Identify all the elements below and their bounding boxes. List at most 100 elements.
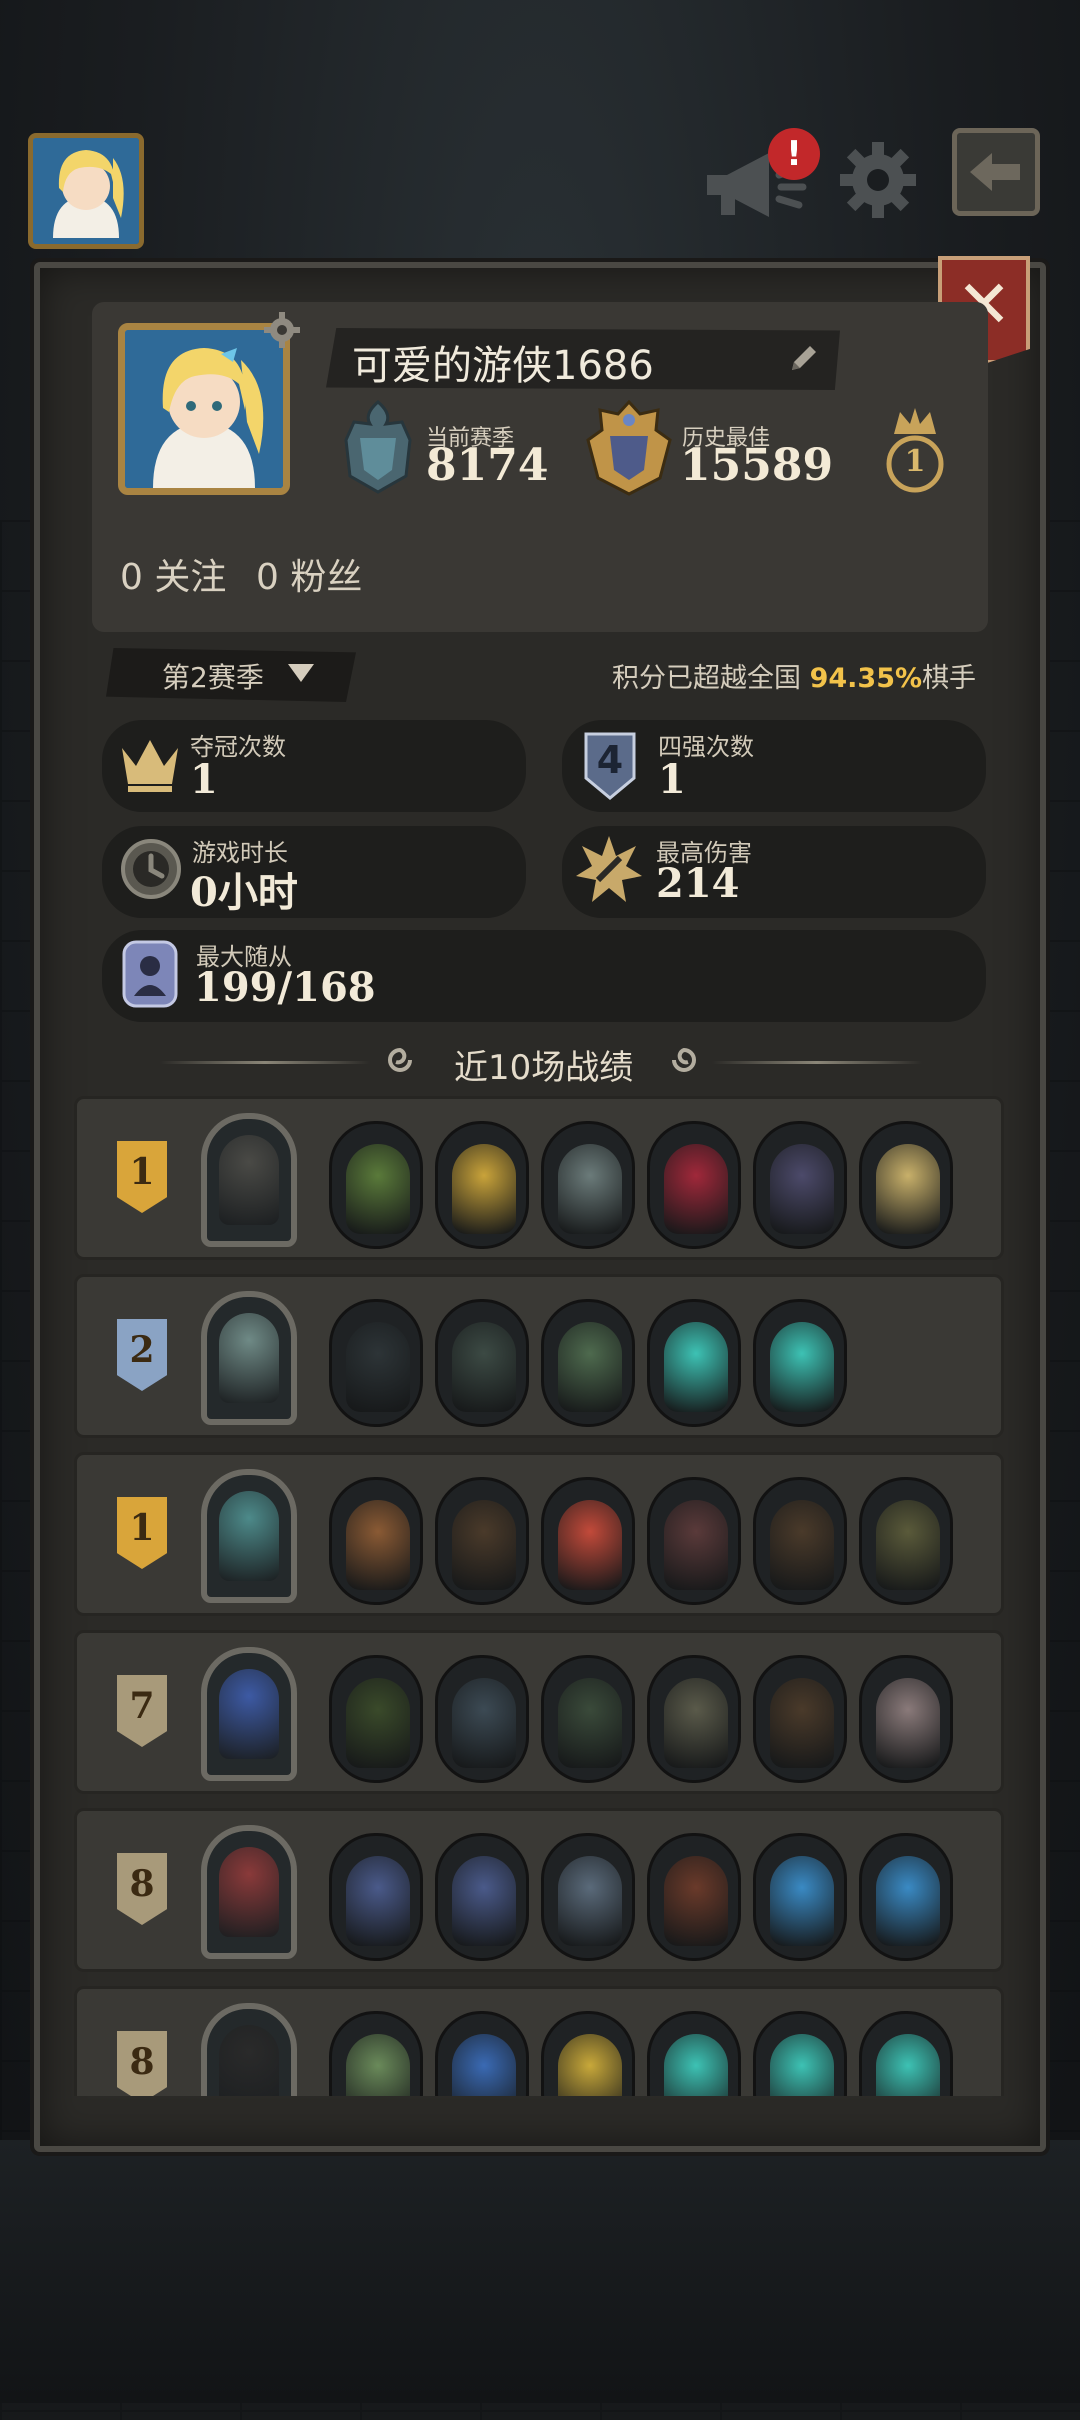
minion-figure-icon [876, 1856, 940, 1946]
swirl-ornament-icon [668, 1044, 700, 1076]
divider-right [712, 1061, 922, 1064]
divider-left [160, 1061, 370, 1064]
minion-portrait[interactable] [753, 1477, 847, 1605]
minion-portrait[interactable] [329, 1121, 423, 1249]
hero-figure-icon [219, 1313, 279, 1403]
minion-figure-icon [558, 1144, 622, 1234]
match-row[interactable]: 7 [74, 1630, 1004, 1794]
minion-portrait[interactable] [753, 1121, 847, 1249]
hero-portrait[interactable] [201, 1825, 297, 1959]
minion-portrait[interactable] [647, 2011, 741, 2096]
minion-figure-icon [770, 1322, 834, 1412]
damage-burst-icon [574, 834, 644, 908]
minion-portrait[interactable] [753, 1655, 847, 1783]
minion-portrait[interactable] [647, 1477, 741, 1605]
minion-portrait[interactable] [541, 1299, 635, 1427]
hero-figure-icon [219, 1847, 279, 1937]
surpass-text: 积分已超越全国 94.35%棋手 [612, 656, 976, 695]
minion-portrait[interactable] [753, 1833, 847, 1961]
back-button[interactable] [952, 128, 1040, 216]
hero-portrait[interactable] [201, 1291, 297, 1425]
max-damage-value: 214 [656, 860, 740, 907]
minion-figure-icon [346, 1678, 410, 1768]
notification-badge-exclamation-icon: ! [768, 128, 820, 180]
minion-figure-icon [346, 1322, 410, 1412]
player-avatar-button[interactable] [28, 133, 144, 249]
hero-portrait[interactable] [201, 1647, 297, 1781]
minion-portrait[interactable] [435, 1477, 529, 1605]
background-floor [0, 2140, 1080, 2403]
gear-icon [840, 142, 916, 218]
minion-portrait[interactable] [753, 1299, 847, 1427]
recent-matches-title: 近10场战绩 [454, 1048, 634, 1088]
avatar-settings-button[interactable] [262, 310, 302, 350]
minion-portrait[interactable] [859, 1477, 953, 1605]
placement-badge: 8 [117, 2031, 167, 2096]
minion-portrait[interactable] [541, 2011, 635, 2096]
current-season-rank-icon [340, 400, 416, 500]
minion-portrait[interactable] [647, 1655, 741, 1783]
match-row[interactable]: 1 [74, 1452, 1004, 1616]
followers-link[interactable]: 0 粉丝 [256, 548, 362, 600]
minion-portrait[interactable] [859, 2011, 953, 2096]
minion-portrait[interactable] [541, 1121, 635, 1249]
minion-portrait[interactable] [329, 2011, 423, 2096]
match-row[interactable]: 8 [74, 1986, 1004, 2096]
minion-portrait[interactable] [859, 1833, 953, 1961]
chevron-down-icon [288, 664, 314, 682]
top4-icon-text: 4 [596, 738, 624, 782]
minion-figure-icon [346, 1144, 410, 1234]
placement-badge: 1 [117, 1497, 167, 1569]
minion-portrait[interactable] [435, 2011, 529, 2096]
minion-figure-icon [452, 1678, 516, 1768]
minion-portrait[interactable] [541, 1833, 635, 1961]
best-score: 15589 [680, 440, 834, 491]
minion-portrait[interactable] [435, 1655, 529, 1783]
top4-shield-icon: 4 [582, 730, 638, 802]
minion-figure-icon [346, 1856, 410, 1946]
minion-figure-icon [346, 2034, 410, 2096]
match-row[interactable]: 1 [74, 1096, 1004, 1260]
minion-portrait[interactable] [647, 1833, 741, 1961]
top4-value: 1 [658, 756, 686, 803]
minion-figure-icon [558, 1500, 622, 1590]
placement-badge: 8 [117, 1853, 167, 1925]
minion-portrait[interactable] [753, 2011, 847, 2096]
minion-portrait[interactable] [435, 1299, 529, 1427]
settings-button[interactable] [832, 134, 924, 226]
minion-portrait[interactable] [647, 1299, 741, 1427]
minion-figure-icon [770, 2034, 834, 2096]
following-link[interactable]: 0 关注 [120, 548, 226, 600]
minion-portrait[interactable] [329, 1477, 423, 1605]
minion-portrait[interactable] [329, 1833, 423, 1961]
minion-figure-icon [770, 1500, 834, 1590]
minion-portrait[interactable] [435, 1121, 529, 1249]
recent-matches-list[interactable]: 1 2 1 7 8 8 [74, 1096, 1004, 2096]
minion-figure-icon [876, 1678, 940, 1768]
placement-badge: 2 [117, 1319, 167, 1391]
minion-portrait[interactable] [435, 1833, 529, 1961]
match-row[interactable]: 8 [74, 1808, 1004, 1972]
placement-number: 8 [129, 1863, 155, 1905]
hero-portrait[interactable] [201, 1113, 297, 1247]
minion-portrait[interactable] [329, 1299, 423, 1427]
placement-badge: 1 [117, 1141, 167, 1213]
following-label: 关注 [154, 557, 227, 598]
minion-portrait[interactable] [859, 1655, 953, 1783]
hero-portrait[interactable] [201, 2003, 297, 2096]
hero-figure-icon [219, 1135, 279, 1225]
minion-portrait[interactable] [859, 1121, 953, 1249]
minion-figure-icon [558, 1678, 622, 1768]
hero-portrait[interactable] [201, 1469, 297, 1603]
minion-figure-icon [876, 1144, 940, 1234]
minion-portrait[interactable] [541, 1477, 635, 1605]
match-row[interactable]: 2 [74, 1274, 1004, 1438]
minion-figure-icon [452, 2034, 516, 2096]
playtime-value: 0小时 [190, 869, 298, 916]
minion-portrait[interactable] [329, 1655, 423, 1783]
minion-figure-icon [452, 1500, 516, 1590]
minion-portrait[interactable] [541, 1655, 635, 1783]
minion-portrait[interactable] [647, 1121, 741, 1249]
edit-name-button[interactable] [786, 340, 822, 376]
minion-figure-icon [770, 1678, 834, 1768]
